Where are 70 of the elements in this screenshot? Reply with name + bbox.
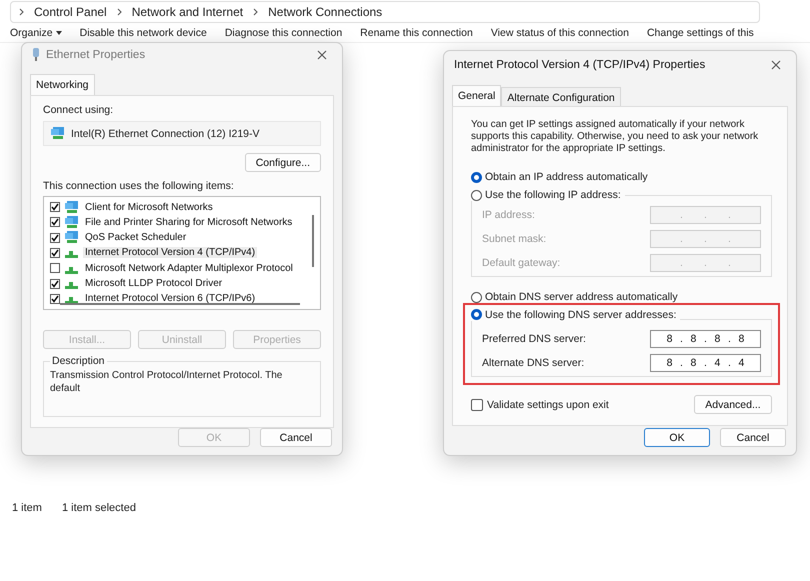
checkbox-label[interactable]: Validate settings upon exit [487, 398, 609, 410]
status-text: 1 item [12, 502, 42, 514]
dialog-button[interactable]: Cancel [260, 428, 332, 447]
radio-button[interactable] [471, 292, 482, 302]
tab[interactable]: Alternate Configuration [501, 87, 621, 106]
field-label: Alternate DNS server: [482, 357, 584, 369]
checkbox[interactable] [50, 263, 60, 274]
checkbox[interactable] [50, 248, 60, 258]
list-item[interactable]: Microsoft Network Adapter Multiplexor Protocol [83, 262, 295, 274]
breadcrumb-item[interactable]: Network and Internet [132, 5, 244, 19]
monitor-icon [64, 231, 79, 244]
dialog-button[interactable]: Cancel [720, 428, 786, 447]
monitor-icon [64, 200, 79, 214]
chevron-icon [19, 8, 24, 16]
radio-label[interactable]: Obtain DNS server address automatically [485, 291, 678, 303]
list-item[interactable]: Internet Protocol Version 6 (TCP/IPv6) [83, 293, 258, 304]
field-label: Subnet mask: [482, 233, 546, 245]
advanced-button[interactable]: Advanced... [694, 395, 772, 414]
toolbar-item[interactable]: Change settings of this [646, 26, 754, 38]
window-title: Internet Protocol Version 4 (TCP/IPv4) Properties [454, 59, 706, 71]
breadcrumb-item[interactable]: Network Connections [268, 5, 382, 19]
intro-text: You can get IP settings assigned automatically if your network supports this capability. Otherwise, you need to ask your network administrator for the appropriate IP settings. [471, 119, 760, 155]
dns-field[interactable]: 8 . 8 . 8 . 8 [650, 330, 761, 348]
list-item[interactable]: Internet Protocol Version 4 (TCP/IPv4) [83, 247, 258, 258]
toolbar-item[interactable]: Rename this connection [360, 26, 473, 38]
configure-button[interactable]: Configure... [244, 153, 321, 172]
checkbox[interactable] [50, 294, 60, 304]
field-label: IP address: [482, 209, 535, 221]
toolbar-item[interactable]: View status of this connection [490, 26, 629, 38]
radio-button[interactable] [471, 190, 482, 200]
chevron-icon [253, 8, 258, 16]
checkbox[interactable] [471, 398, 483, 410]
checkbox[interactable] [50, 217, 60, 228]
description-text: Transmission Control Protocol/Internet Protocol. The default [50, 369, 284, 396]
scrollbar[interactable] [312, 215, 314, 268]
close-icon [771, 60, 781, 70]
list-item[interactable]: QoS Packet Scheduler [83, 232, 188, 244]
adapter-name: Intel(R) Ethernet Connection (12) I219-V [71, 128, 260, 140]
close-icon [317, 50, 327, 60]
monitor-icon [64, 216, 79, 229]
toolbar-item[interactable]: Disable this network device [80, 26, 207, 38]
breadcrumb-item[interactable]: Control Panel [34, 5, 107, 19]
checkbox[interactable] [50, 232, 60, 243]
caret-icon [56, 30, 62, 34]
toolbar-item[interactable]: Diagnose this connection [224, 26, 342, 38]
list-item[interactable]: File and Printer Sharing for Microsoft Networks [83, 216, 294, 228]
tab[interactable]: General [452, 85, 502, 106]
scrollbar[interactable] [60, 303, 300, 306]
organize-menu[interactable]: Organize [10, 26, 62, 38]
dns-field[interactable]: 8 . 8 . 4 . 4 [650, 354, 761, 372]
radio-label[interactable]: Obtain an IP address automatically [485, 171, 648, 183]
checkbox[interactable] [50, 278, 60, 289]
window-title: Ethernet Properties [46, 48, 146, 61]
radio-button[interactable] [471, 172, 482, 182]
address-bar[interactable]: Control Panel Network and Internet Network Connections [10, 1, 760, 23]
connect-using-label: Connect using: [43, 104, 114, 116]
monitor-icon [50, 127, 65, 140]
list-item[interactable]: Microsoft LLDP Protocol Driver [83, 278, 224, 290]
field-label: Default gateway: [482, 257, 560, 269]
checkbox[interactable] [50, 202, 60, 212]
list-item[interactable]: Client for Microsoft Networks [83, 202, 215, 213]
dialog-button[interactable]: OK [644, 428, 710, 447]
tab[interactable]: Networking [30, 74, 95, 96]
network-cable-icon [32, 48, 40, 62]
chevron-icon [116, 8, 122, 16]
description-label: Description [51, 355, 106, 368]
status-text: 1 item selected [62, 502, 136, 514]
items-label: This connection uses the following items: [43, 180, 234, 192]
radio-button[interactable] [471, 309, 482, 320]
field-label: Preferred DNS server: [482, 333, 586, 345]
